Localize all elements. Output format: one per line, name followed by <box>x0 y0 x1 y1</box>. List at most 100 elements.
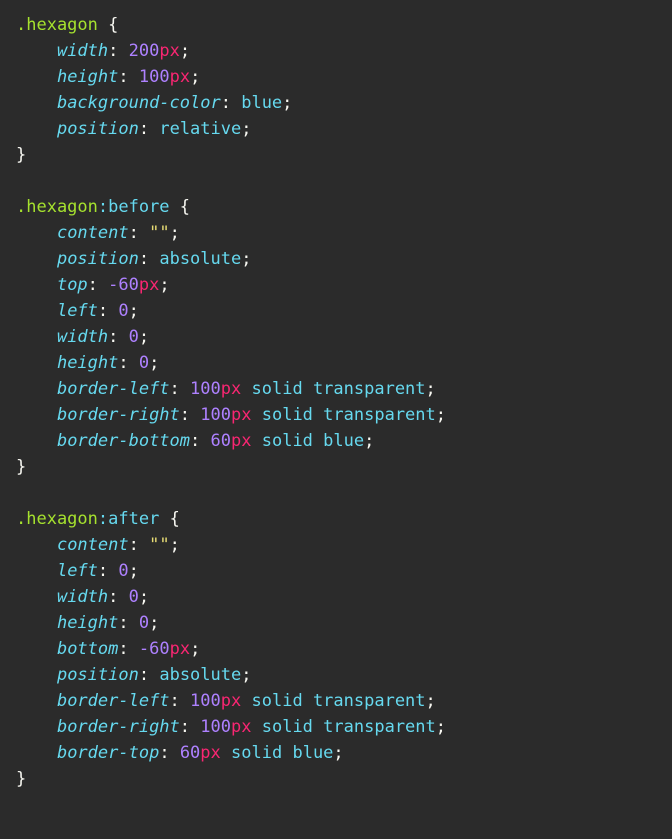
css-declaration: background-color: blue; <box>16 93 292 113</box>
css-rule-header: .hexagon:before { <box>16 197 190 217</box>
css-unit: px <box>231 431 251 451</box>
css-declaration: width: 0; <box>16 587 149 607</box>
colon: : <box>221 93 231 113</box>
colon: : <box>180 405 190 425</box>
css-unit: px <box>139 275 159 295</box>
semicolon: ; <box>333 743 343 763</box>
semicolon: ; <box>180 41 190 61</box>
css-declaration: border-bottom: 60px solid blue; <box>16 431 374 451</box>
css-property: width <box>57 327 108 347</box>
colon: : <box>118 639 128 659</box>
css-property: left <box>57 561 98 581</box>
css-keyword: solid <box>252 379 303 399</box>
css-declaration: top: -60px; <box>16 275 170 295</box>
css-unit: px <box>159 41 179 61</box>
css-declaration: position: relative; <box>16 119 251 139</box>
semicolon: ; <box>139 587 149 607</box>
css-property: top <box>57 275 88 295</box>
css-declaration: width: 200px; <box>16 41 190 61</box>
css-property: width <box>57 587 108 607</box>
css-property: position <box>57 249 139 269</box>
css-keyword: transparent <box>323 717 436 737</box>
css-unit: px <box>221 691 241 711</box>
css-declaration: content: ""; <box>16 223 180 243</box>
colon: : <box>108 327 118 347</box>
css-keyword: transparent <box>323 405 436 425</box>
css-keyword: absolute <box>159 665 241 685</box>
css-declaration: content: ""; <box>16 535 180 555</box>
css-property: border-top <box>57 743 159 763</box>
css-property: border-right <box>57 405 180 425</box>
css-keyword: relative <box>159 119 241 139</box>
css-number: 60 <box>211 431 231 451</box>
css-property: content <box>57 535 129 555</box>
code-editor[interactable]: .hexagon { width: 200px; height: 100px; … <box>16 12 656 792</box>
colon: : <box>98 301 108 321</box>
css-string: "" <box>149 223 169 243</box>
css-number: 100 <box>190 691 221 711</box>
semicolon: ; <box>170 535 180 555</box>
css-declaration: border-top: 60px solid blue; <box>16 743 344 763</box>
css-property: border-right <box>57 717 180 737</box>
colon: : <box>159 743 169 763</box>
css-selector: .hexagon <box>16 509 98 529</box>
colon: : <box>108 41 118 61</box>
semicolon: ; <box>241 119 251 139</box>
css-keyword: solid <box>231 743 282 763</box>
css-declaration: position: absolute; <box>16 665 251 685</box>
css-keyword: solid <box>262 405 313 425</box>
css-keyword: solid <box>252 691 303 711</box>
colon: : <box>108 587 118 607</box>
css-property: height <box>57 67 118 87</box>
open-brace: { <box>170 509 180 529</box>
css-unit: px <box>231 405 251 425</box>
colon: : <box>190 431 200 451</box>
css-pseudo: :before <box>98 197 170 217</box>
css-declaration: border-right: 100px solid transparent; <box>16 405 446 425</box>
css-unit: px <box>170 67 190 87</box>
css-number: 100 <box>139 67 170 87</box>
css-property: width <box>57 41 108 61</box>
css-number: -60 <box>139 639 170 659</box>
open-brace: { <box>108 15 118 35</box>
css-declaration: height: 100px; <box>16 67 200 87</box>
css-number: 0 <box>118 561 128 581</box>
css-number: 100 <box>200 405 231 425</box>
colon: : <box>170 691 180 711</box>
semicolon: ; <box>129 561 139 581</box>
css-number: 0 <box>129 587 139 607</box>
css-selector: .hexagon <box>16 197 98 217</box>
open-brace: { <box>180 197 190 217</box>
css-keyword: transparent <box>313 379 426 399</box>
close-brace: } <box>16 457 26 477</box>
css-unit: px <box>170 639 190 659</box>
colon: : <box>139 119 149 139</box>
close-brace: } <box>16 769 26 789</box>
css-unit: px <box>231 717 251 737</box>
css-unit: px <box>221 379 241 399</box>
colon: : <box>118 353 128 373</box>
css-property: position <box>57 665 139 685</box>
semicolon: ; <box>149 353 159 373</box>
css-property: border-left <box>57 379 170 399</box>
css-property: position <box>57 119 139 139</box>
css-property: border-bottom <box>57 431 190 451</box>
css-number: 100 <box>190 379 221 399</box>
css-property: bottom <box>57 639 118 659</box>
colon: : <box>139 665 149 685</box>
css-number: 100 <box>200 717 231 737</box>
semicolon: ; <box>129 301 139 321</box>
semicolon: ; <box>170 223 180 243</box>
css-keyword: solid <box>262 717 313 737</box>
css-selector: .hexagon <box>16 15 98 35</box>
semicolon: ; <box>159 275 169 295</box>
css-declaration: height: 0; <box>16 353 159 373</box>
semicolon: ; <box>241 249 251 269</box>
css-declaration: position: absolute; <box>16 249 251 269</box>
colon: : <box>129 223 139 243</box>
css-declaration: left: 0; <box>16 561 139 581</box>
semicolon: ; <box>190 67 200 87</box>
css-pseudo: :after <box>98 509 159 529</box>
css-keyword: blue <box>241 93 282 113</box>
css-property: content <box>57 223 129 243</box>
